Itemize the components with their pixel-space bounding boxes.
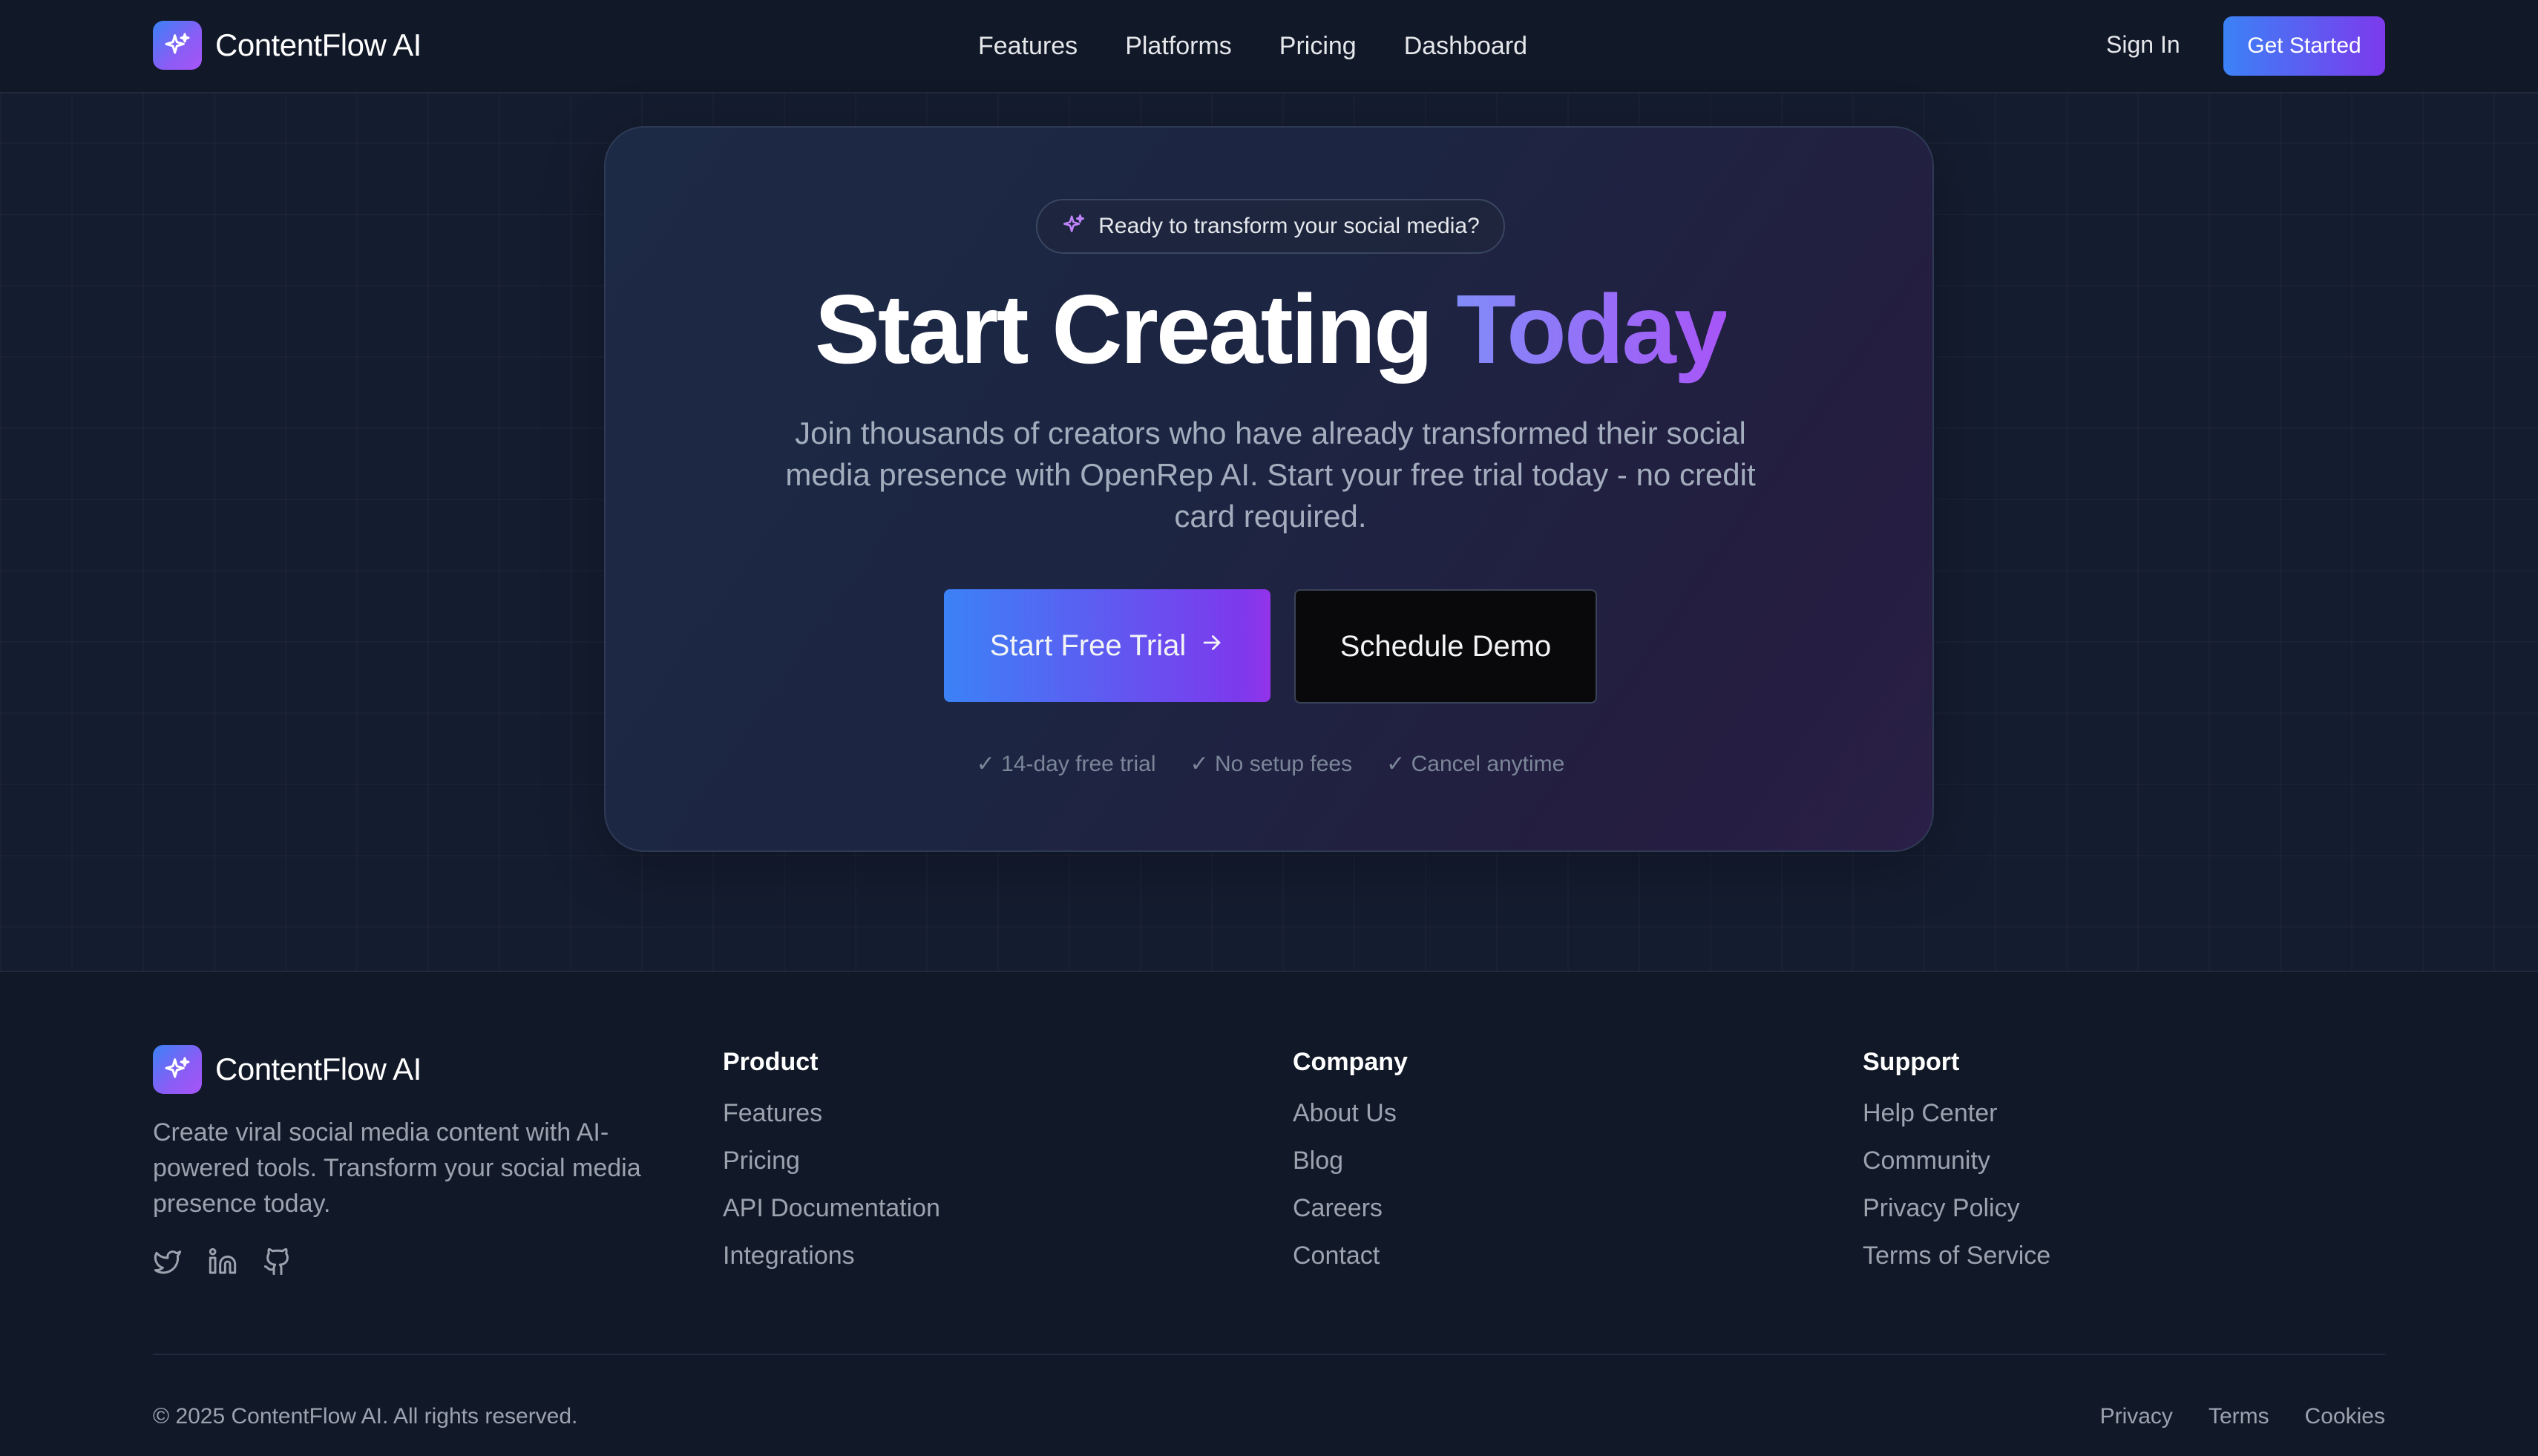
github-icon[interactable]: [263, 1247, 292, 1276]
schedule-demo-button[interactable]: Schedule Demo: [1294, 589, 1597, 704]
hero-badge: Ready to transform your social media?: [1036, 199, 1505, 254]
linkedin-icon[interactable]: [208, 1247, 237, 1276]
perk-item: ✓ 14-day free trial: [976, 752, 1156, 776]
footer-column-title: Company: [1293, 1048, 1408, 1076]
footer-description: Create viral social media content with A…: [153, 1118, 641, 1218]
footer-column-support: Support Help Center Community Privacy Po…: [1863, 1048, 2050, 1289]
sign-in-link[interactable]: Sign In: [2106, 31, 2180, 59]
hero-badge-text: Ready to transform your social media?: [1098, 214, 1480, 238]
legal-links: Privacy Terms Cookies: [2100, 1404, 2385, 1429]
footer-link-features[interactable]: Features: [723, 1099, 940, 1147]
footer-brand[interactable]: ContentFlow AI: [153, 1045, 422, 1094]
get-started-button[interactable]: Get Started: [2223, 16, 2385, 76]
footer-link-blog[interactable]: Blog: [1293, 1147, 1408, 1194]
footer-link-about-us[interactable]: About Us: [1293, 1099, 1408, 1147]
legal-link-terms[interactable]: Terms: [2209, 1404, 2269, 1429]
footer-brand-name: ContentFlow AI: [215, 1052, 422, 1086]
footer-column-company: Company About Us Blog Careers Contact: [1293, 1048, 1408, 1289]
hero-title-accent: Today: [1456, 275, 1728, 384]
sparkles-icon: [153, 21, 202, 70]
footer-link-contact[interactable]: Contact: [1293, 1242, 1408, 1289]
start-free-trial-label: Start Free Trial: [989, 629, 1187, 662]
footer-link-terms-of-service[interactable]: Terms of Service: [1863, 1242, 2050, 1289]
nav-link-features[interactable]: Features: [978, 32, 1078, 61]
start-free-trial-button[interactable]: Start Free Trial: [944, 589, 1270, 702]
footer-link-careers[interactable]: Careers: [1293, 1194, 1408, 1242]
footer-column-product: Product Features Pricing API Documentati…: [723, 1048, 940, 1289]
social-links: [153, 1247, 292, 1276]
page: ContentFlow AI Features Platforms Pricin…: [0, 0, 2538, 1456]
footer-link-help-center[interactable]: Help Center: [1863, 1099, 2050, 1147]
legal-link-privacy[interactable]: Privacy: [2100, 1404, 2173, 1429]
footer-link-privacy-policy[interactable]: Privacy Policy: [1863, 1194, 2050, 1242]
legal-link-cookies[interactable]: Cookies: [2305, 1404, 2385, 1429]
footer-column-title: Support: [1863, 1048, 1960, 1076]
hero-title: Start Creating Today: [606, 273, 1935, 386]
cta-card: Ready to transform your social media? St…: [604, 126, 1934, 852]
hero-title-main: Start Creating: [814, 275, 1434, 384]
copyright-text: © 2025 ContentFlow AI. All rights reserv…: [153, 1404, 578, 1429]
footer: ContentFlow AI Create viral social media…: [0, 971, 2538, 1456]
twitter-icon[interactable]: [153, 1247, 183, 1276]
sparkles-icon: [1061, 212, 1086, 241]
perk-item: ✓ Cancel anytime: [1386, 752, 1565, 776]
nav-link-platforms[interactable]: Platforms: [1125, 32, 1232, 61]
brand-name: ContentFlow AI: [215, 27, 422, 62]
footer-divider: [153, 1354, 2385, 1355]
arrow-right-icon: [1199, 629, 1224, 663]
footer-link-community[interactable]: Community: [1863, 1147, 2050, 1194]
footer-column-title: Product: [723, 1048, 819, 1076]
footer-link-api-documentation[interactable]: API Documentation: [723, 1194, 940, 1242]
top-navigation: ContentFlow AI Features Platforms Pricin…: [0, 0, 2538, 94]
perk-item: ✓ No setup fees: [1190, 752, 1353, 776]
nav-link-pricing[interactable]: Pricing: [1279, 32, 1357, 61]
main-nav: Features Platforms Pricing Dashboard: [978, 0, 1527, 92]
footer-link-pricing[interactable]: Pricing: [723, 1147, 940, 1194]
sparkles-icon: [153, 1045, 202, 1094]
nav-link-dashboard[interactable]: Dashboard: [1404, 32, 1527, 61]
perks-list: ✓ 14-day free trial ✓ No setup fees ✓ Ca…: [606, 751, 1935, 777]
footer-link-integrations[interactable]: Integrations: [723, 1242, 940, 1289]
brand-logo[interactable]: ContentFlow AI: [153, 21, 422, 70]
hero-description: Join thousands of creators who have alre…: [785, 416, 1756, 534]
